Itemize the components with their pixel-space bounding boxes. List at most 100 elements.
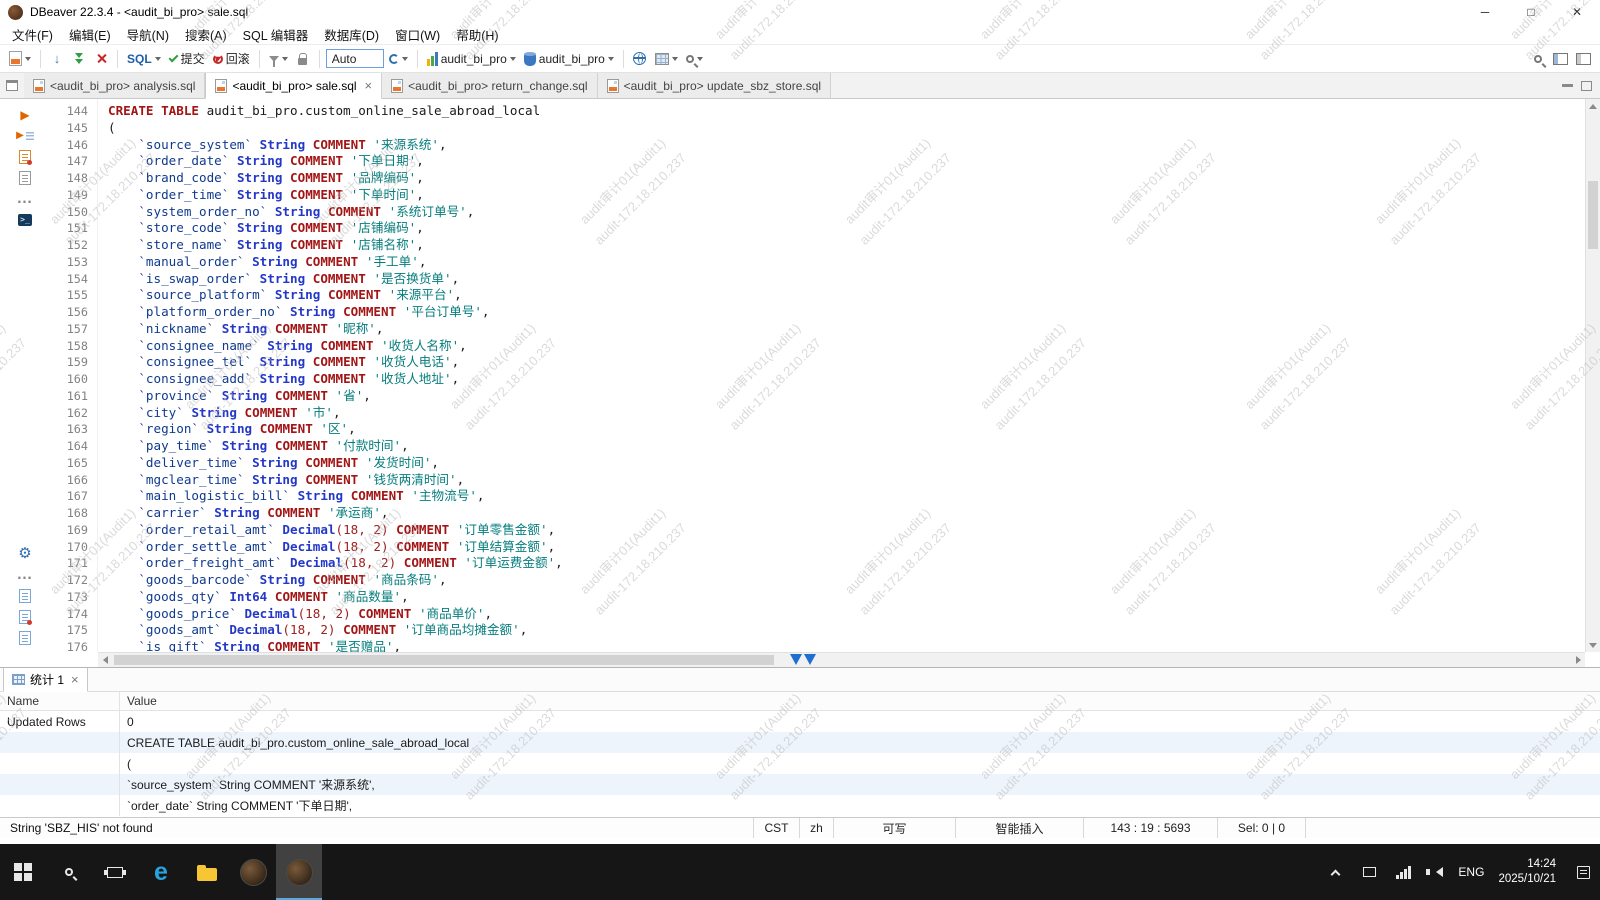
explain-plan-button[interactable] — [11, 146, 39, 167]
notification-center-button[interactable] — [1566, 844, 1600, 900]
maximize-button[interactable]: □ — [1508, 0, 1554, 24]
rollback-button[interactable]: 回滚 — [210, 48, 253, 70]
tray-display-button[interactable] — [1352, 844, 1386, 900]
editor-tab[interactable]: <audit_bi_pro> sale.sql× — [205, 73, 382, 99]
scroll-marker-icons — [790, 654, 816, 665]
layout-button[interactable] — [1573, 48, 1594, 70]
schema-selector[interactable]: audit_bi_pro — [521, 48, 617, 70]
close-icon[interactable]: × — [71, 672, 79, 687]
taskbar-search-button[interactable] — [46, 844, 92, 900]
output-log-button[interactable] — [11, 585, 39, 606]
network-button[interactable] — [630, 48, 650, 70]
refresh-button[interactable] — [386, 48, 411, 70]
error-log-button[interactable] — [11, 606, 39, 627]
perspective-button[interactable] — [1550, 48, 1571, 70]
execute-statement-button[interactable]: ▶ — [11, 104, 39, 125]
line-number: 168 — [50, 505, 97, 522]
export-button[interactable] — [652, 48, 681, 70]
start-button[interactable] — [0, 844, 46, 900]
results-tabbar: 统计 1 × — [0, 668, 1600, 692]
line-number: 146 — [50, 137, 97, 154]
sql-search-button[interactable] — [683, 48, 706, 70]
result-row[interactable]: Updated Rows0 — [0, 711, 1600, 732]
menu-item[interactable]: SQL 编辑器 — [235, 24, 317, 45]
language-indicator[interactable]: ENG — [1454, 844, 1488, 900]
editor-tab[interactable]: <audit_bi_pro> analysis.sql — [24, 73, 205, 99]
code-line: `is_swap_order` String COMMENT '是否换货单', — [108, 271, 1585, 288]
minimize-view-icon[interactable] — [1562, 84, 1573, 87]
fetch-button[interactable]: ↓ — [47, 48, 67, 70]
code-line: `goods_amt` Decimal(18, 2) COMMENT '订单商品… — [108, 622, 1585, 639]
close-button[interactable]: ✕ — [1554, 0, 1600, 24]
maximize-view-icon[interactable] — [1581, 81, 1592, 91]
search-icon — [65, 868, 73, 876]
column-header-value[interactable]: Value — [120, 692, 1600, 710]
line-number: 148 — [50, 170, 97, 187]
line-number: 175 — [50, 622, 97, 639]
column-header-name[interactable]: Name — [0, 692, 120, 710]
close-tab-icon[interactable]: × — [365, 78, 373, 93]
code-line: `platform_order_no` String COMMENT '平台订单… — [108, 304, 1585, 321]
new-sql-editor-button[interactable] — [6, 48, 34, 70]
menu-item[interactable]: 编辑(E) — [61, 24, 119, 45]
scroll-down-icon[interactable] — [1586, 638, 1600, 652]
settings-button[interactable]: ⚙ — [11, 543, 39, 564]
code-area[interactable]: CREATE TABLE audit_bi_pro.custom_online_… — [98, 99, 1585, 652]
tray-expand-button[interactable] — [1318, 844, 1352, 900]
auto-refresh-input[interactable] — [326, 49, 384, 68]
datasource-icon — [427, 52, 438, 66]
menu-item[interactable]: 搜索(A) — [177, 24, 235, 45]
result-row[interactable]: `order_date` String COMMENT '下单日期', — [0, 795, 1600, 816]
minimize-button[interactable]: ─ — [1462, 0, 1508, 24]
document-icon — [19, 171, 31, 185]
result-doc-button[interactable] — [11, 627, 39, 648]
tray-network-button[interactable] — [1386, 844, 1420, 900]
line-number-gutter: 1441451461471481491501511521531541551561… — [50, 99, 98, 652]
taskbar-clock[interactable]: 14:24 2025/10/21 — [1488, 844, 1566, 900]
sql-menu-button[interactable]: SQL — [124, 48, 164, 70]
open-console-button[interactable]: >_ — [11, 209, 39, 230]
menu-item[interactable]: 导航(N) — [119, 24, 177, 45]
file-explorer-button[interactable] — [184, 844, 230, 900]
task-view-button[interactable] — [92, 844, 138, 900]
document-icon — [19, 589, 31, 603]
editor-tab[interactable]: <audit_bi_pro> return_change.sql — [382, 73, 597, 99]
dbeaver-taskbar-button-active[interactable] — [276, 844, 322, 900]
result-cell-name: Updated Rows — [0, 711, 120, 732]
quick-access-search-button[interactable] — [1528, 48, 1548, 70]
tray-volume-button[interactable] — [1420, 844, 1454, 900]
code-line: `pay_time` String COMMENT '付款时间', — [108, 438, 1585, 455]
more-options-button[interactable]: … — [11, 564, 39, 585]
scrollbar-thumb[interactable] — [1588, 181, 1598, 249]
result-row[interactable]: CREATE TABLE audit_bi_pro.custom_online_… — [0, 732, 1600, 753]
code-line: `order_time` String COMMENT '下单时间', — [108, 187, 1585, 204]
filter-button[interactable] — [266, 48, 291, 70]
menu-item[interactable]: 帮助(H) — [448, 24, 506, 45]
result-row[interactable]: ( — [0, 753, 1600, 774]
vertical-scrollbar[interactable] — [1585, 99, 1600, 652]
result-row[interactable]: `source_system` String COMMENT '来源系统', — [0, 774, 1600, 795]
readonly-button[interactable] — [293, 48, 313, 70]
dbeaver-taskbar-button[interactable] — [230, 844, 276, 900]
commit-button[interactable]: 提交 — [166, 48, 208, 70]
scroll-up-icon[interactable] — [1586, 99, 1600, 113]
script-text-button[interactable] — [11, 167, 39, 188]
editor-tab[interactable]: <audit_bi_pro> update_sbz_store.sql — [598, 73, 831, 99]
execute-script-button[interactable]: ▶ — [11, 125, 39, 146]
menu-item[interactable]: 数据库(D) — [316, 24, 387, 45]
scrollbar-thumb[interactable] — [114, 655, 774, 665]
scroll-left-icon[interactable] — [98, 653, 112, 667]
menu-item[interactable]: 窗口(W) — [387, 24, 448, 45]
browser-button[interactable]: e — [138, 844, 184, 900]
restore-view-icon[interactable] — [6, 80, 18, 91]
tab-statistics[interactable]: 统计 1 × — [3, 667, 88, 692]
datasource-selector[interactable]: audit_bi_pro — [424, 48, 519, 70]
status-cell: 可写 — [833, 818, 955, 838]
more-actions-button[interactable]: … — [11, 188, 39, 209]
execute-pending-button[interactable] — [69, 48, 89, 70]
menu-item[interactable]: 文件(F) — [4, 24, 61, 45]
cancel-button[interactable] — [91, 48, 111, 70]
code-line: `city` String COMMENT '市', — [108, 405, 1585, 422]
scroll-right-icon[interactable] — [1571, 653, 1585, 667]
horizontal-scrollbar[interactable] — [98, 652, 1585, 667]
